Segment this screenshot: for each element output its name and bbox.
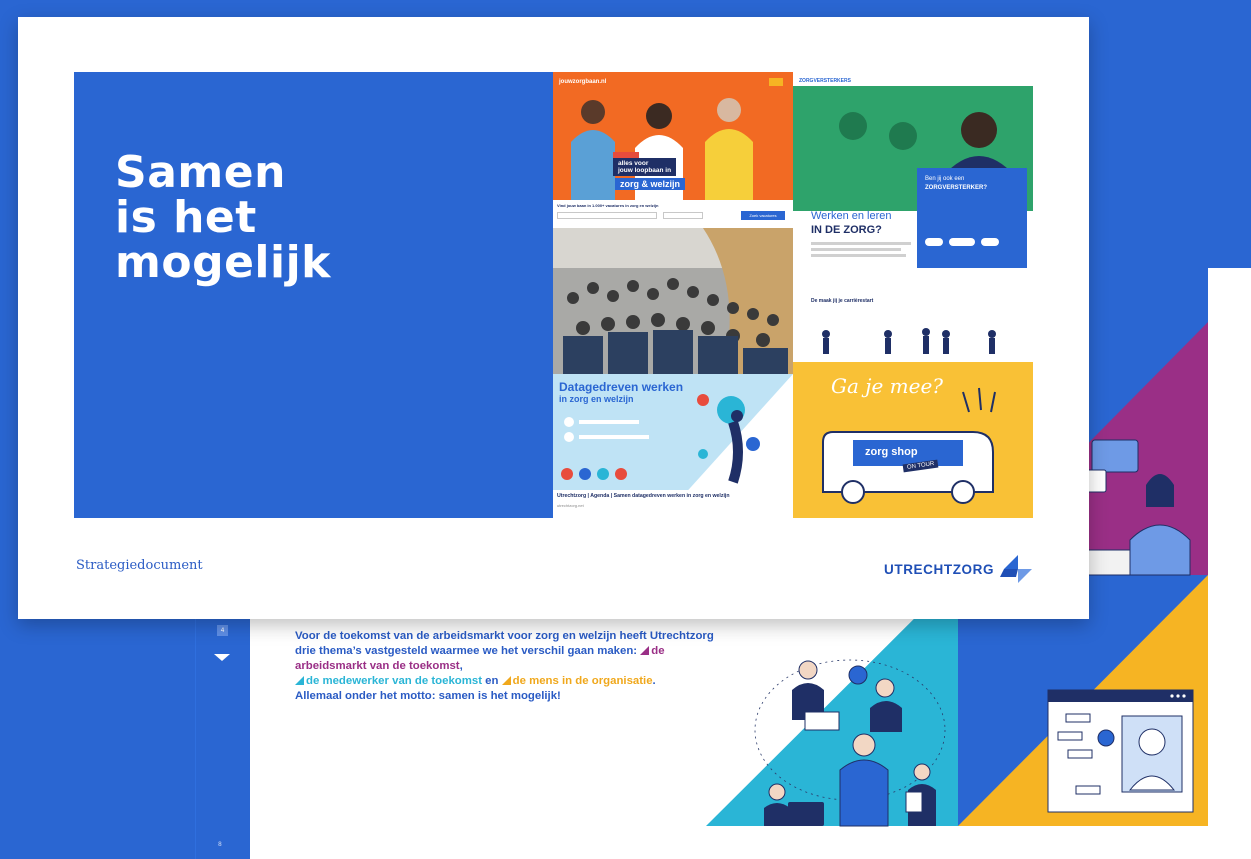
- location-input[interactable]: [663, 212, 703, 219]
- headline-highlight: zorg & welzijn: [615, 178, 686, 190]
- zv-button[interactable]: [981, 238, 999, 246]
- zv-button[interactable]: [949, 238, 975, 246]
- theme-3-label[interactable]: de mens in de organisatie: [501, 675, 653, 687]
- cover-slide: Samen is het mogelijk jouwzorgbaan.nl al…: [18, 17, 1089, 619]
- headline-box: alles voor jouw loopbaan in: [613, 158, 677, 176]
- van-drawing: [822, 387, 996, 504]
- caption-url: utrechtzorg.net: [557, 503, 584, 508]
- zv-heading-a: Werken en leren: [811, 210, 892, 222]
- utrechtzorg-logo-icon: [1000, 555, 1033, 583]
- zv-section: De maak jij je carrièrestart: [811, 298, 874, 304]
- search-input[interactable]: [557, 212, 657, 219]
- zv-button[interactable]: [925, 238, 943, 246]
- photo-collage: jouwzorgbaan.nl alles voor jouw loopbaan…: [553, 72, 1033, 518]
- caption[interactable]: Utrechtzorg | Agenda | Samen datagedreve…: [557, 493, 730, 499]
- search-button[interactable]: Zoek vacatures: [741, 211, 785, 220]
- zv-logo: ZORGVERSTERKERS: [799, 78, 851, 84]
- caption-strip: Utrechtzorg | Agenda | Samen datagedreve…: [553, 490, 793, 518]
- footer-label: Strategiedocument: [76, 558, 203, 573]
- jouwzorgbaan-screenshot: jouwzorgbaan.nl alles voor jouw loopbaan…: [553, 72, 793, 228]
- triangle-icon: [640, 646, 650, 655]
- page-sidebar: [195, 610, 250, 859]
- brand-logo: UTRECHTZORG: [884, 555, 1034, 583]
- datagedreven-screenshot: Datagedreven werken in zorg en welzijn U…: [553, 374, 793, 518]
- motto: Allemaal onder het motto: samen is het m…: [295, 690, 561, 702]
- van-sign: zorg shop: [865, 446, 918, 458]
- title-panel: [74, 72, 553, 518]
- page-number-badge[interactable]: 4: [217, 625, 228, 636]
- page-bottom-number: 8: [218, 841, 222, 848]
- zorgversterkers-screenshot: ZORGVERSTERKERS Werken en leren IN DE ZO…: [793, 72, 1033, 362]
- intro-connector: en: [485, 675, 499, 687]
- slide-title: Samen is het mogelijk: [115, 147, 331, 288]
- theme-2-label[interactable]: de medewerker van de toekomst: [295, 675, 482, 687]
- intro-paragraph: Voor de toekomst van de arbeidsmarkt voo…: [295, 630, 714, 702]
- zv-card: Ben jij ook een ZORGVERSTERKER?: [917, 168, 1027, 268]
- zorgshop-tour-illustration: Ga je mee? zorg shop ON TOUR: [793, 362, 1033, 518]
- group-photo-image: [553, 228, 793, 374]
- zv-figures: [822, 328, 996, 354]
- zv-heading-b: IN DE ZORG?: [811, 224, 882, 236]
- search-strip: Vind jouw baan in 1.000+ vacatures in zo…: [553, 200, 793, 228]
- brand-wordmark: UTRECHTZORG: [884, 561, 995, 577]
- triangle-icon: [295, 676, 304, 685]
- chevron-down-icon[interactable]: [214, 654, 230, 661]
- triangle-icon: [501, 676, 511, 685]
- group-photo: [553, 228, 793, 374]
